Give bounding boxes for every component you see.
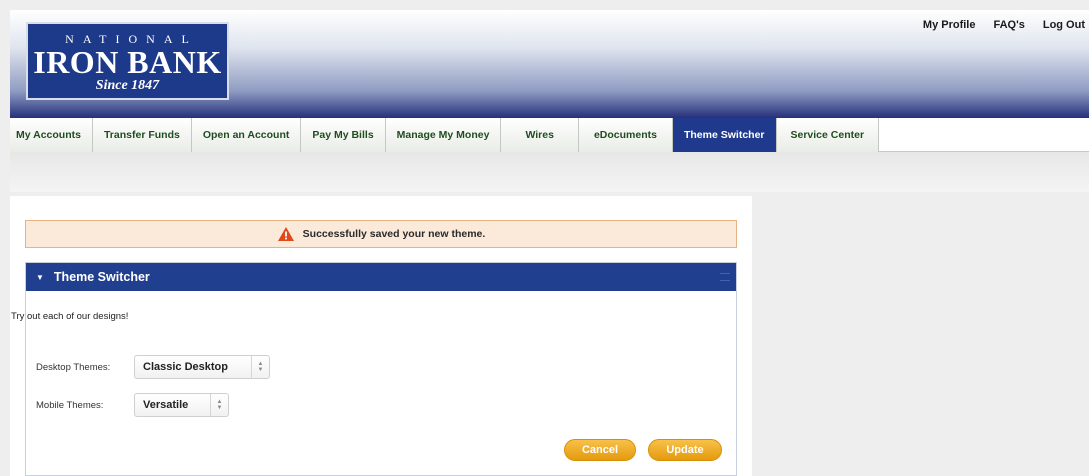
update-button[interactable]: Update	[648, 439, 722, 461]
tab-service-center[interactable]: Service Center	[776, 118, 880, 152]
warning-icon	[277, 227, 294, 241]
tab-my-accounts[interactable]: My Accounts	[10, 118, 93, 152]
tab-transfer-funds[interactable]: Transfer Funds	[92, 118, 192, 152]
drag-handle-icon[interactable]	[720, 273, 730, 281]
desktop-themes-value: Classic Desktop	[143, 361, 228, 373]
panel-header[interactable]: ▼ Theme Switcher	[26, 263, 736, 291]
alert-message: Successfully saved your new theme.	[302, 228, 486, 240]
sub-navigation-bar	[10, 152, 1089, 192]
mobile-themes-label: Mobile Themes:	[36, 400, 104, 411]
nav-filler	[879, 118, 1089, 151]
faqs-link[interactable]: FAQ's	[993, 19, 1024, 31]
tab-wires[interactable]: Wires	[501, 118, 579, 152]
tab-edocuments[interactable]: eDocuments	[578, 118, 673, 152]
panel-title: Theme Switcher	[53, 270, 150, 284]
select-arrows-icon: ▲ ▼	[251, 356, 269, 378]
mobile-themes-select[interactable]: Versatile ▲ ▼	[134, 393, 229, 417]
tab-pay-my-bills[interactable]: Pay My Bills	[301, 118, 386, 152]
tab-manage-my-money[interactable]: Manage My Money	[385, 118, 502, 152]
tab-open-an-account[interactable]: Open an Account	[191, 118, 302, 152]
desktop-themes-label: Desktop Themes:	[36, 362, 111, 373]
panel-intro-text: Try out each of our designs!	[11, 311, 129, 322]
bank-logo[interactable]: NATIONAL IRON BANK Since 1847	[26, 22, 229, 100]
log-out-link[interactable]: Log Out	[1043, 19, 1085, 31]
tab-theme-switcher[interactable]: Theme Switcher	[672, 118, 777, 152]
header-banner: NATIONAL IRON BANK Since 1847 My Profile…	[10, 10, 1089, 118]
logo-main-text: IRON BANK	[33, 44, 222, 80]
cancel-button[interactable]: Cancel	[564, 439, 636, 461]
main-nav: My Accounts Transfer Funds Open an Accou…	[10, 118, 1089, 152]
utility-links: My Profile FAQ's Log Out	[923, 19, 1085, 31]
my-profile-link[interactable]: My Profile	[923, 19, 976, 31]
success-alert: Successfully saved your new theme.	[25, 220, 737, 248]
main-content: Successfully saved your new theme. ▼ The…	[10, 196, 752, 476]
mobile-themes-value: Versatile	[143, 399, 189, 411]
collapse-caret-icon[interactable]: ▼	[36, 273, 44, 282]
select-arrows-icon: ▲ ▼	[210, 394, 228, 416]
theme-switcher-panel: ▼ Theme Switcher Try out each of our des…	[11, 262, 737, 476]
desktop-themes-select[interactable]: Classic Desktop ▲ ▼	[134, 355, 270, 379]
logo-since-text: Since 1847	[95, 78, 160, 93]
